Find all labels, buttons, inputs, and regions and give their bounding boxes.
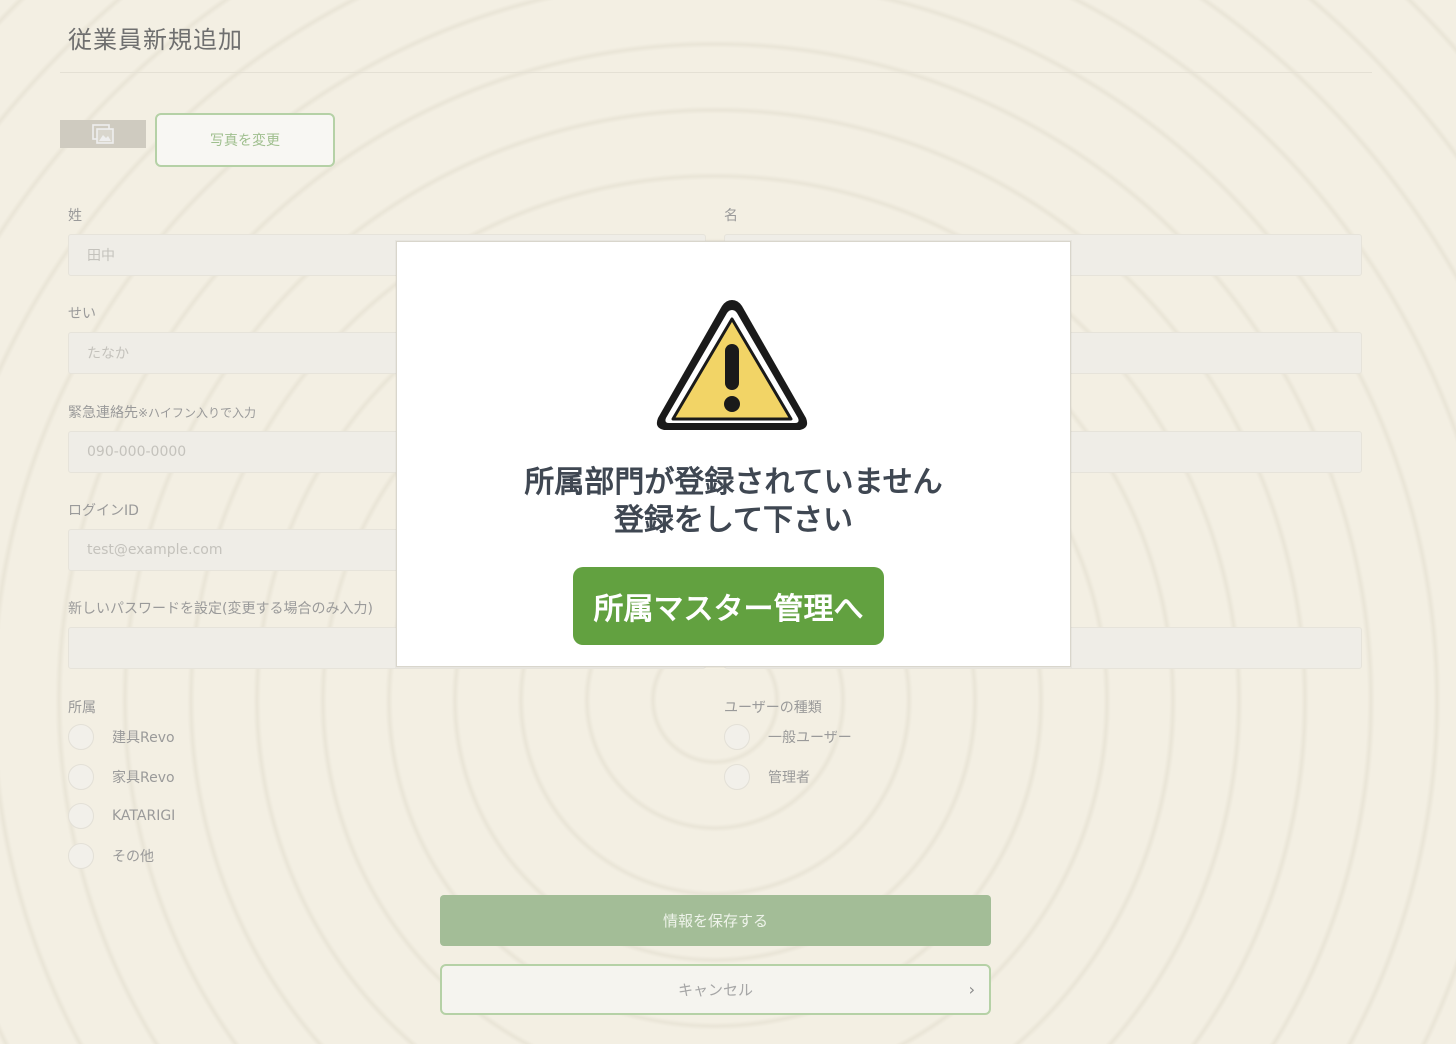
modal-message-line1: 所属部門が登録されていません [524, 465, 943, 500]
go-to-affiliation-master-button[interactable]: 所属マスター管理へ [573, 567, 884, 645]
warning-triangle-icon [656, 300, 808, 430]
warning-modal: 所属部門が登録されていません 登録をして下さい 所属マスター管理へ [396, 241, 1071, 667]
modal-message-line2: 登録をして下さい [613, 503, 854, 538]
modal-message: 所属部門が登録されていません 登録をして下さい [397, 464, 1070, 540]
